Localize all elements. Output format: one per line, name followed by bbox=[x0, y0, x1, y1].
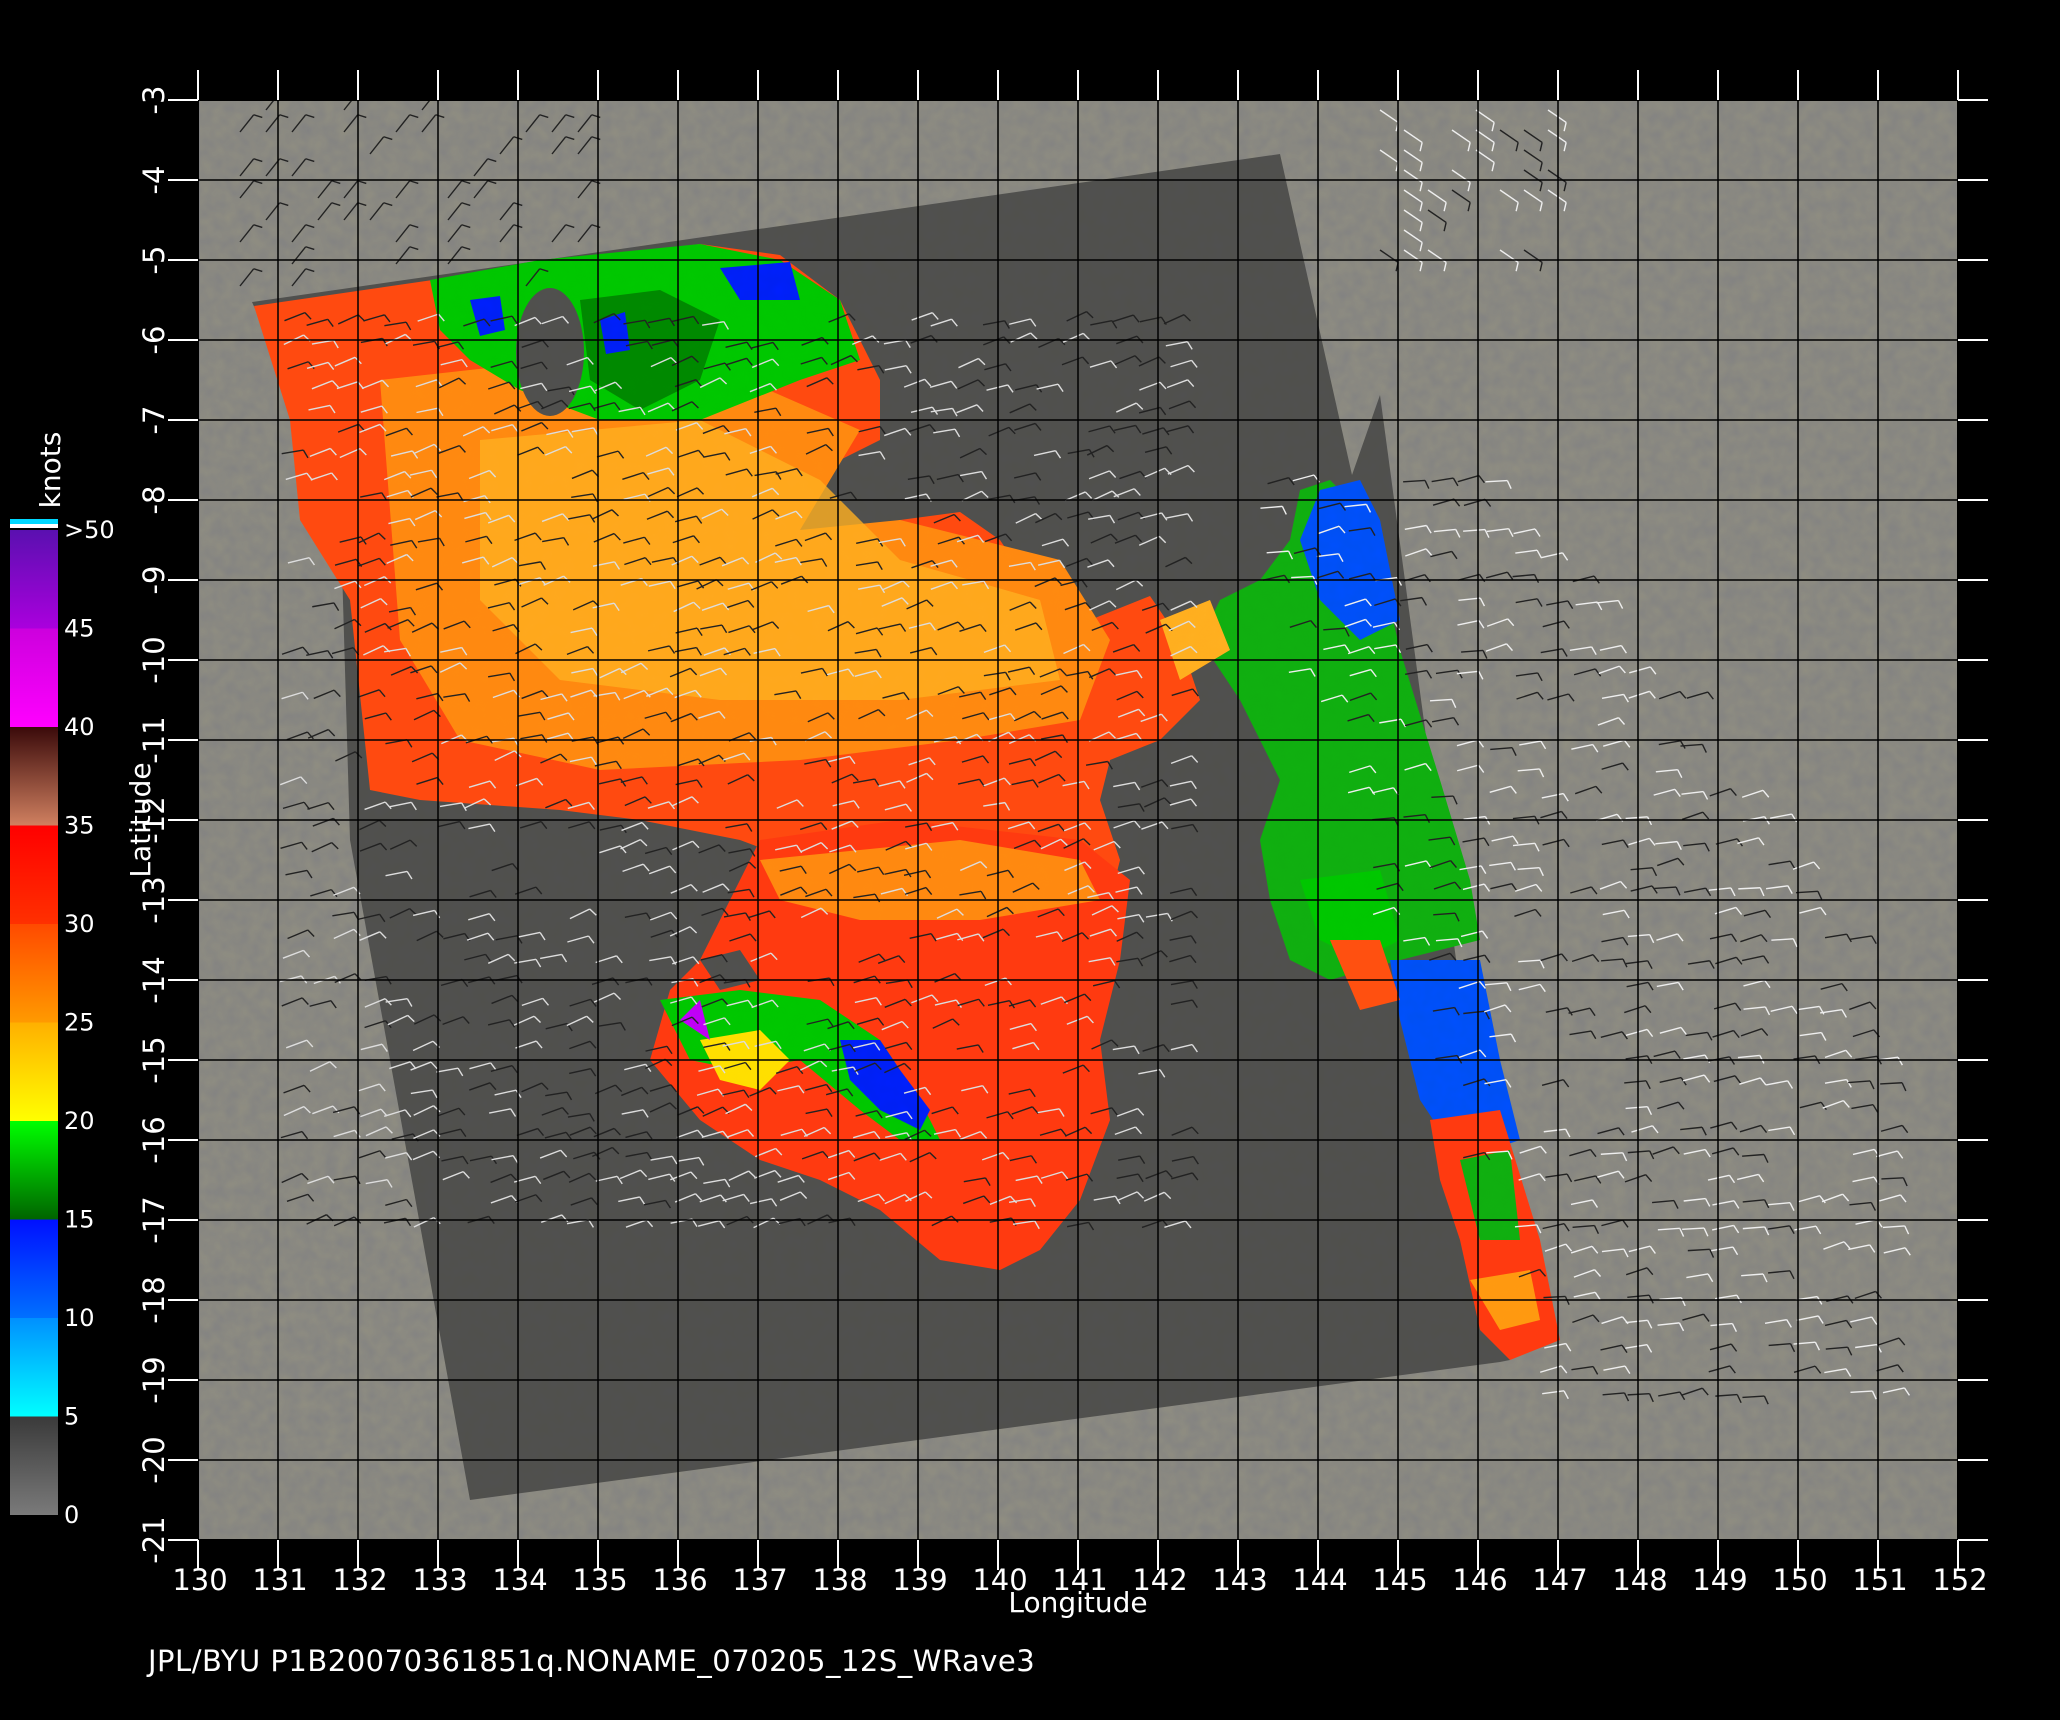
y-tick-label: -20 bbox=[137, 1436, 171, 1483]
x-tick-label: 131 bbox=[252, 1563, 307, 1597]
x-tick-label: 150 bbox=[1772, 1563, 1827, 1597]
colorbar-label: 30 bbox=[64, 910, 95, 938]
x-tick-label: 144 bbox=[1292, 1563, 1347, 1597]
x-axis-title: Longitude bbox=[1008, 1586, 1147, 1619]
colorbar-band bbox=[10, 628, 58, 727]
colorbar-label: 35 bbox=[64, 812, 95, 840]
x-tick-label: 139 bbox=[892, 1563, 947, 1597]
y-tick-label: -3 bbox=[137, 86, 171, 115]
y-tick-label: -17 bbox=[137, 1196, 171, 1243]
colorbar-label: 20 bbox=[64, 1107, 95, 1135]
x-tick-label: 135 bbox=[572, 1563, 627, 1597]
x-tick-label: 152 bbox=[1932, 1563, 1987, 1597]
colorbar-band bbox=[10, 1416, 58, 1515]
y-tick-label: -19 bbox=[137, 1356, 171, 1403]
colorbar-band bbox=[10, 727, 58, 826]
y-tick-label: -21 bbox=[137, 1516, 171, 1563]
y-axis-title: Latitude bbox=[124, 762, 157, 877]
y-tick-label: -6 bbox=[137, 326, 171, 355]
colorbar-band bbox=[10, 825, 58, 924]
colorbar-label: 40 bbox=[64, 713, 95, 741]
colorbar-unit-label: knots bbox=[34, 432, 67, 509]
colorbar-band bbox=[10, 1318, 58, 1417]
x-tick-label: 145 bbox=[1372, 1563, 1427, 1597]
colorbar-label: 25 bbox=[64, 1009, 95, 1037]
colorbar-band bbox=[10, 924, 58, 1023]
colorbar-band bbox=[10, 1022, 58, 1121]
y-tick-label: -5 bbox=[137, 246, 171, 275]
y-tick-label: -15 bbox=[137, 1036, 171, 1083]
x-tick-label: 143 bbox=[1212, 1563, 1267, 1597]
colorbar-band bbox=[10, 1219, 58, 1318]
y-tick-label: -7 bbox=[137, 406, 171, 435]
y-tick-label: -10 bbox=[137, 636, 171, 683]
y-tick-label: -14 bbox=[137, 956, 171, 1003]
y-tick-label: -11 bbox=[137, 716, 171, 763]
colorbar-band bbox=[10, 530, 58, 629]
colorbar-label: 45 bbox=[64, 615, 95, 643]
x-tick-label: 147 bbox=[1532, 1563, 1587, 1597]
colorbar-label: >50 bbox=[64, 516, 115, 544]
x-tick-label: 137 bbox=[732, 1563, 787, 1597]
x-tick-label: 149 bbox=[1692, 1563, 1747, 1597]
colorbar-label: 5 bbox=[64, 1403, 79, 1431]
y-tick-label: -16 bbox=[137, 1116, 171, 1163]
y-tick-label: -4 bbox=[137, 166, 171, 195]
y-tick-label: -18 bbox=[137, 1276, 171, 1323]
y-tick-label: -8 bbox=[137, 486, 171, 515]
y-tick-label: -9 bbox=[137, 566, 171, 595]
x-tick-label: 148 bbox=[1612, 1563, 1667, 1597]
wind-map: 130 131 132 133 134 135 136 137 138 139 140 141 142 1… bbox=[10, 70, 1988, 1619]
x-tick-label: 134 bbox=[492, 1563, 547, 1597]
colorbar-label: 0 bbox=[64, 1501, 79, 1529]
x-tick-label: 136 bbox=[652, 1563, 707, 1597]
colorbar: 0 5 10 15 20 25 30 35 40 45 >50 bbox=[10, 516, 115, 1529]
colorbar-label: 15 bbox=[64, 1206, 95, 1234]
x-tick-label: 151 bbox=[1852, 1563, 1907, 1597]
x-tick-label: 138 bbox=[812, 1563, 867, 1597]
product-caption: JPL/BYU P1B20070361851q.NONAME_070205_12… bbox=[148, 1644, 1036, 1678]
x-tick-label: 130 bbox=[172, 1563, 227, 1597]
x-tick-label: 132 bbox=[332, 1563, 387, 1597]
x-tick-label: 133 bbox=[412, 1563, 467, 1597]
colorbar-top-cap bbox=[10, 519, 58, 524]
colorbar-top-cap bbox=[10, 524, 58, 528]
x-tick-label: 146 bbox=[1452, 1563, 1507, 1597]
colorbar-label: 10 bbox=[64, 1304, 95, 1332]
y-tick-label: -13 bbox=[137, 876, 171, 923]
colorbar-band bbox=[10, 1121, 58, 1220]
